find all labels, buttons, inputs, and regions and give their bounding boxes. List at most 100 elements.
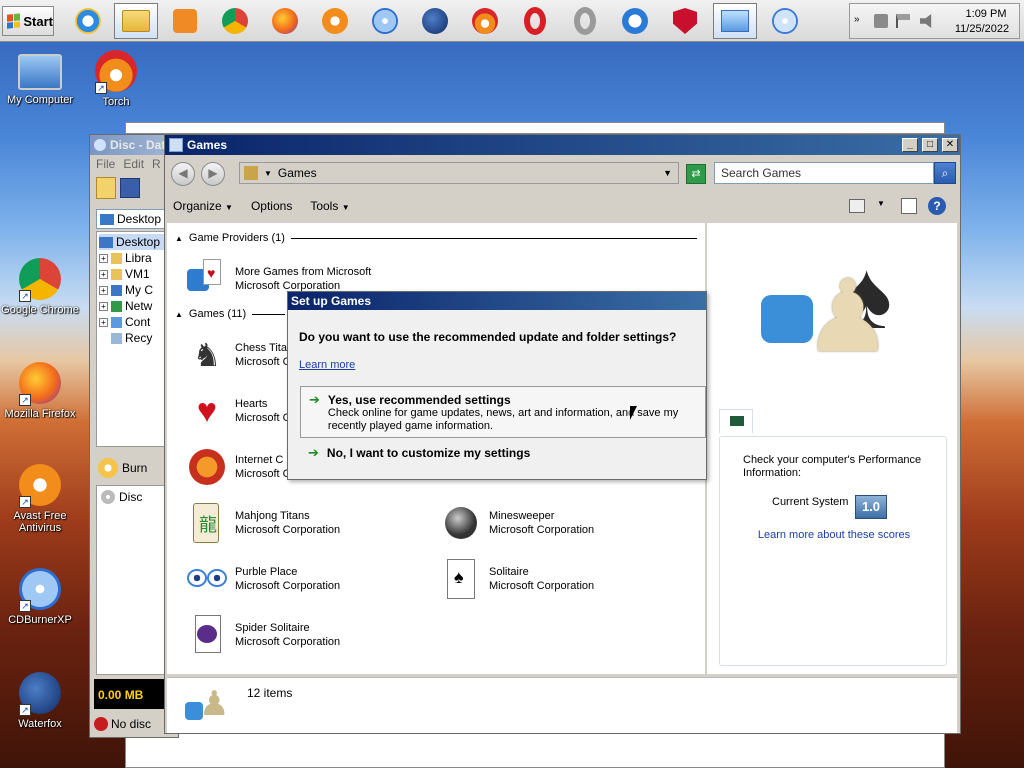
game-item-solitaire[interactable]: ♠ Solitaire Microsoft Corporation	[439, 559, 594, 599]
game-providers-header[interactable]: ▲ Game Providers (1)	[175, 232, 697, 244]
option-customize-settings[interactable]: ➔ No, I want to customize my settings	[300, 440, 706, 468]
desktop-icon-cdburnerxp[interactable]: ↗ CDBurnerXP	[0, 568, 80, 626]
windows-logo-icon	[7, 13, 21, 29]
forward-arrow-icon[interactable]: ▶	[201, 162, 225, 186]
desktop-icon-google-chrome[interactable]: ↗ Google Chrome	[0, 258, 80, 316]
option-recommended-settings[interactable]: ➔ Yes, use recommended settings Check on…	[300, 386, 706, 438]
waterfox-icon	[422, 8, 448, 34]
expand-icon[interactable]: +	[99, 269, 108, 279]
tray-overflow-icon[interactable]: »	[854, 14, 860, 25]
start-button[interactable]: Start	[2, 6, 54, 36]
game-item-minesweeper[interactable]: Minesweeper Microsoft Corporation	[439, 503, 594, 543]
taskbar-opera-button[interactable]	[513, 3, 557, 39]
performance-tab-icon[interactable]	[719, 409, 753, 433]
view-options-icon[interactable]	[849, 199, 865, 213]
taskbar-torch-button[interactable]	[463, 3, 507, 39]
taskbar-cdburner-button[interactable]	[363, 3, 407, 39]
back-arrow-icon[interactable]: ◀	[171, 162, 195, 186]
desktop-icon-torch[interactable]: ↗ Torch	[76, 50, 156, 108]
desktop-icon-label: Waterfox	[18, 718, 62, 730]
clock-time[interactable]: 1:09 PM	[954, 8, 1018, 20]
game-item-internet[interactable]: Internet C Microsoft C	[185, 447, 291, 487]
learn-more-link[interactable]: Learn more	[299, 359, 355, 371]
learn-more-scores-link[interactable]: Learn more about these scores	[720, 529, 948, 541]
taskbar-explorer-button[interactable]	[114, 3, 158, 39]
opera-gray-icon	[574, 7, 596, 35]
taskbar-firefox-button[interactable]	[263, 3, 307, 39]
breadcrumb-arrow-icon[interactable]: ▼	[264, 169, 272, 178]
options-button[interactable]: Options	[251, 199, 292, 213]
clock-date[interactable]: 11/25/2022	[946, 23, 1018, 35]
avast-icon: ↗	[19, 464, 61, 508]
games-window-titlebar[interactable]: Games _ □ ✕	[165, 135, 960, 155]
expand-icon[interactable]: +	[99, 317, 108, 327]
desktop-icon-label: Mozilla Firefox	[4, 408, 76, 420]
tools-menu[interactable]: Tools ▼	[310, 199, 349, 213]
desktop-icon-my-computer[interactable]: My Computer	[0, 54, 80, 106]
avast-icon	[322, 8, 348, 34]
taskbar-waterfox-button[interactable]	[413, 3, 457, 39]
game-text: Mahjong Titans Microsoft Corporation	[235, 509, 340, 537]
taskbar-avast-button[interactable]	[313, 3, 357, 39]
desktop-icon-waterfox[interactable]: ↗ Waterfox	[0, 672, 80, 730]
recycle-bin-icon	[111, 332, 122, 344]
desktop-icon	[100, 213, 114, 225]
volume-icon[interactable]	[920, 14, 932, 28]
current-system-label: Current System	[772, 496, 849, 508]
game-publisher: Microsoft Corporation	[489, 524, 595, 536]
minimize-button[interactable]: _	[902, 138, 918, 152]
new-icon[interactable]	[96, 177, 116, 199]
green-arrow-icon: ➔	[308, 445, 319, 460]
expand-icon[interactable]: +	[99, 301, 108, 311]
taskbar: Start » 1:09 PM 11/25/2022	[0, 0, 1024, 42]
menu-r[interactable]: R	[152, 157, 161, 171]
game-text: Chess Tita Microsoft C	[235, 341, 291, 369]
burn-button[interactable]: Burn	[96, 455, 166, 481]
game-item-hearts[interactable]: ♥ Hearts Microsoft C	[185, 391, 291, 431]
game-item-spider-solitaire[interactable]: Spider Solitaire Microsoft Corporation	[185, 615, 340, 655]
expand-icon[interactable]: +	[99, 253, 108, 263]
address-dropdown-icon[interactable]: ▼	[663, 168, 678, 178]
taskbar-chrome-button[interactable]	[213, 3, 257, 39]
menu-edit[interactable]: Edit	[123, 157, 144, 171]
taskbar-qbittorrent-button[interactable]	[613, 3, 657, 39]
taskbar-games-button[interactable]	[713, 3, 757, 39]
firefox-icon	[272, 8, 298, 34]
desktop-icon-avast[interactable]: ↗ Avast Free Antivirus	[0, 464, 80, 534]
view-dropdown-icon[interactable]: ▼	[877, 199, 885, 208]
desktop-icon-mozilla-firefox[interactable]: ↗ Mozilla Firefox	[0, 362, 80, 420]
no-disc-icon	[94, 717, 108, 731]
game-item-purble-place[interactable]: Purble Place Microsoft Corporation	[185, 559, 340, 599]
dialog-titlebar[interactable]: Set up Games	[288, 292, 706, 310]
flag-icon[interactable]	[896, 14, 910, 28]
network-icon[interactable]	[874, 14, 888, 28]
games-header[interactable]: ▲ Games (11)	[175, 308, 285, 320]
shortcut-arrow-icon: ↗	[19, 290, 31, 302]
refresh-icon[interactable]: ⇄	[686, 164, 706, 184]
taskbar-mcafee-button[interactable]	[663, 3, 707, 39]
shortcut-arrow-icon: ↗	[19, 600, 31, 612]
chrome-icon	[222, 8, 248, 34]
expand-icon[interactable]: +	[99, 285, 108, 295]
taskbar-ie-button[interactable]	[66, 3, 110, 39]
help-icon[interactable]: ?	[928, 197, 946, 215]
computer-icon	[18, 54, 62, 90]
taskbar-media-button[interactable]	[163, 3, 207, 39]
taskbar-opera-gx-button[interactable]	[563, 3, 607, 39]
search-icon[interactable]: ⌕	[934, 162, 956, 184]
preview-pane-icon[interactable]	[901, 198, 917, 214]
game-item-chess[interactable]: ♞ Chess Tita Microsoft C	[185, 335, 291, 375]
maximize-button[interactable]: □	[922, 138, 938, 152]
menu-file[interactable]: File	[96, 157, 115, 171]
taskbar-cd-button[interactable]	[763, 3, 807, 39]
game-item-mahjong[interactable]: 龍 Mahjong Titans Microsoft Corporation	[185, 503, 340, 543]
chrome-icon: ↗	[19, 258, 61, 302]
search-input[interactable]: Search Games	[714, 162, 934, 184]
organize-menu[interactable]: Organize ▼	[173, 199, 233, 213]
close-button[interactable]: ✕	[942, 138, 958, 152]
more-games-icon: ♥	[185, 257, 229, 301]
network-icon	[111, 300, 122, 312]
disc-label: Disc	[119, 490, 143, 504]
save-icon[interactable]	[120, 178, 140, 198]
address-box[interactable]: ▼ Games ▼	[239, 162, 679, 184]
